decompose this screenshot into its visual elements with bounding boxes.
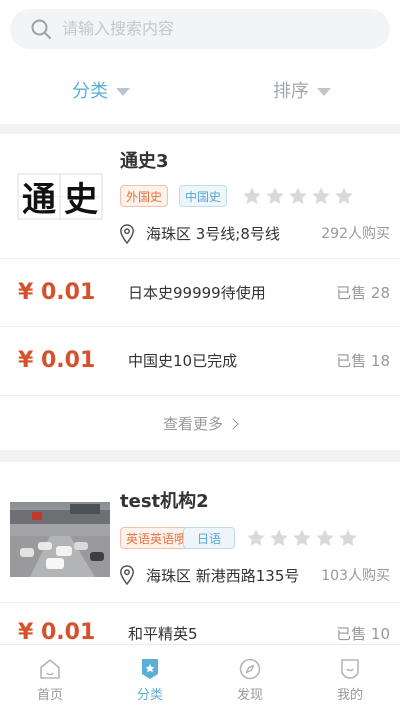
product-price: ¥ 0.01 [18, 348, 96, 373]
star-icon [339, 529, 357, 546]
product-name: 日本史99999待使用 [128, 284, 266, 302]
product-row[interactable]: ¥ 0.01 中国史10已完成 已售 18 [0, 326, 400, 395]
product-price: ¥ 0.01 [18, 620, 96, 644]
search-icon [31, 19, 51, 39]
institution-name: 通史3 [120, 151, 169, 172]
star-icon [289, 187, 307, 204]
section-divider [0, 450, 400, 462]
category-filter-label: 分类 [72, 81, 108, 102]
section-divider [0, 124, 400, 134]
sold-count: 已售 28 [336, 284, 390, 302]
thumb-char-2: 史 [64, 180, 98, 220]
sold-count: 已售 18 [336, 352, 390, 370]
product-name: 和平精英5 [128, 625, 198, 643]
star-icon [335, 187, 353, 204]
institution-name: test机构2 [120, 491, 209, 512]
home-icon [40, 659, 60, 679]
tab-discover[interactable]: 发现 [200, 645, 300, 711]
product-row[interactable]: ¥ 0.01 日本史99999待使用 已售 28 [0, 258, 400, 327]
rating-stars [242, 186, 357, 206]
sort-filter-label: 排序 [273, 81, 309, 102]
tab-category[interactable]: 分类 [100, 645, 200, 711]
sort-filter[interactable]: 排序 [273, 80, 331, 104]
tag: 中国史 [179, 185, 228, 207]
filter-bar: 分类 排序 [0, 60, 400, 124]
institution-thumbnail: 通 史 [10, 159, 110, 234]
star-icon [266, 187, 284, 204]
star-icon [312, 187, 330, 204]
bottom-tab-bar: 首页 分类 发现 我的 [0, 644, 400, 711]
caret-down-icon [116, 88, 130, 96]
institution-address: 海珠区 新港西路135号 [146, 567, 300, 585]
tab-profile[interactable]: 我的 [300, 645, 400, 711]
sold-count: 已售 10 [336, 625, 390, 643]
star-icon [316, 529, 334, 546]
location-icon [120, 224, 134, 244]
thumb-char-1: 通 [22, 180, 56, 220]
institution-card[interactable]: test机构2 英语英语哦 日语 海珠区 新港西路135号 103人购买 ¥ 0… [0, 462, 400, 644]
category-icon [142, 659, 158, 679]
buyer-count: 103人购买 [321, 568, 390, 584]
star-icon [247, 529, 265, 546]
tag: 日语 [183, 527, 235, 549]
calligraphy-image: 通 史 [10, 159, 110, 234]
product-price: ¥ 0.01 [18, 280, 96, 305]
product-row[interactable]: ¥ 0.01 和平精英5 已售 10 [0, 602, 400, 644]
star-icon [293, 529, 311, 546]
tag: 英语英语哦 [120, 527, 193, 549]
buyer-count: 292人购买 [321, 226, 390, 242]
institution-card[interactable]: 通 史 通史3 外国史 中国史 海珠区 3号线;8号线 292人购买 ¥ 0.0… [0, 134, 400, 450]
rating-stars [246, 528, 361, 548]
view-more-label: 查看更多 [162, 415, 223, 433]
search-header: 请输入搜索内容 [0, 0, 400, 60]
tab-category-label: 分类 [136, 688, 163, 703]
product-name: 中国史10已完成 [128, 352, 238, 370]
tab-home-label: 首页 [36, 688, 63, 703]
location-icon [120, 565, 134, 585]
caret-down-icon [317, 88, 331, 96]
profile-icon [341, 659, 359, 679]
view-more-button[interactable]: 查看更多 [0, 395, 400, 452]
compass-icon [239, 658, 261, 680]
race-track-photo [10, 502, 110, 577]
search-input[interactable]: 请输入搜索内容 [10, 9, 390, 49]
star-icon [243, 187, 261, 204]
tag: 外国史 [120, 185, 169, 207]
institution-thumbnail [10, 502, 110, 577]
search-placeholder: 请输入搜索内容 [62, 19, 175, 38]
institution-address: 海珠区 3号线;8号线 [146, 225, 280, 243]
tab-discover-label: 发现 [236, 688, 263, 703]
category-filter[interactable]: 分类 [72, 80, 130, 104]
tab-profile-label: 我的 [336, 688, 363, 703]
star-icon [270, 529, 288, 546]
tab-home[interactable]: 首页 [0, 645, 100, 711]
chevron-right-icon [227, 418, 239, 430]
